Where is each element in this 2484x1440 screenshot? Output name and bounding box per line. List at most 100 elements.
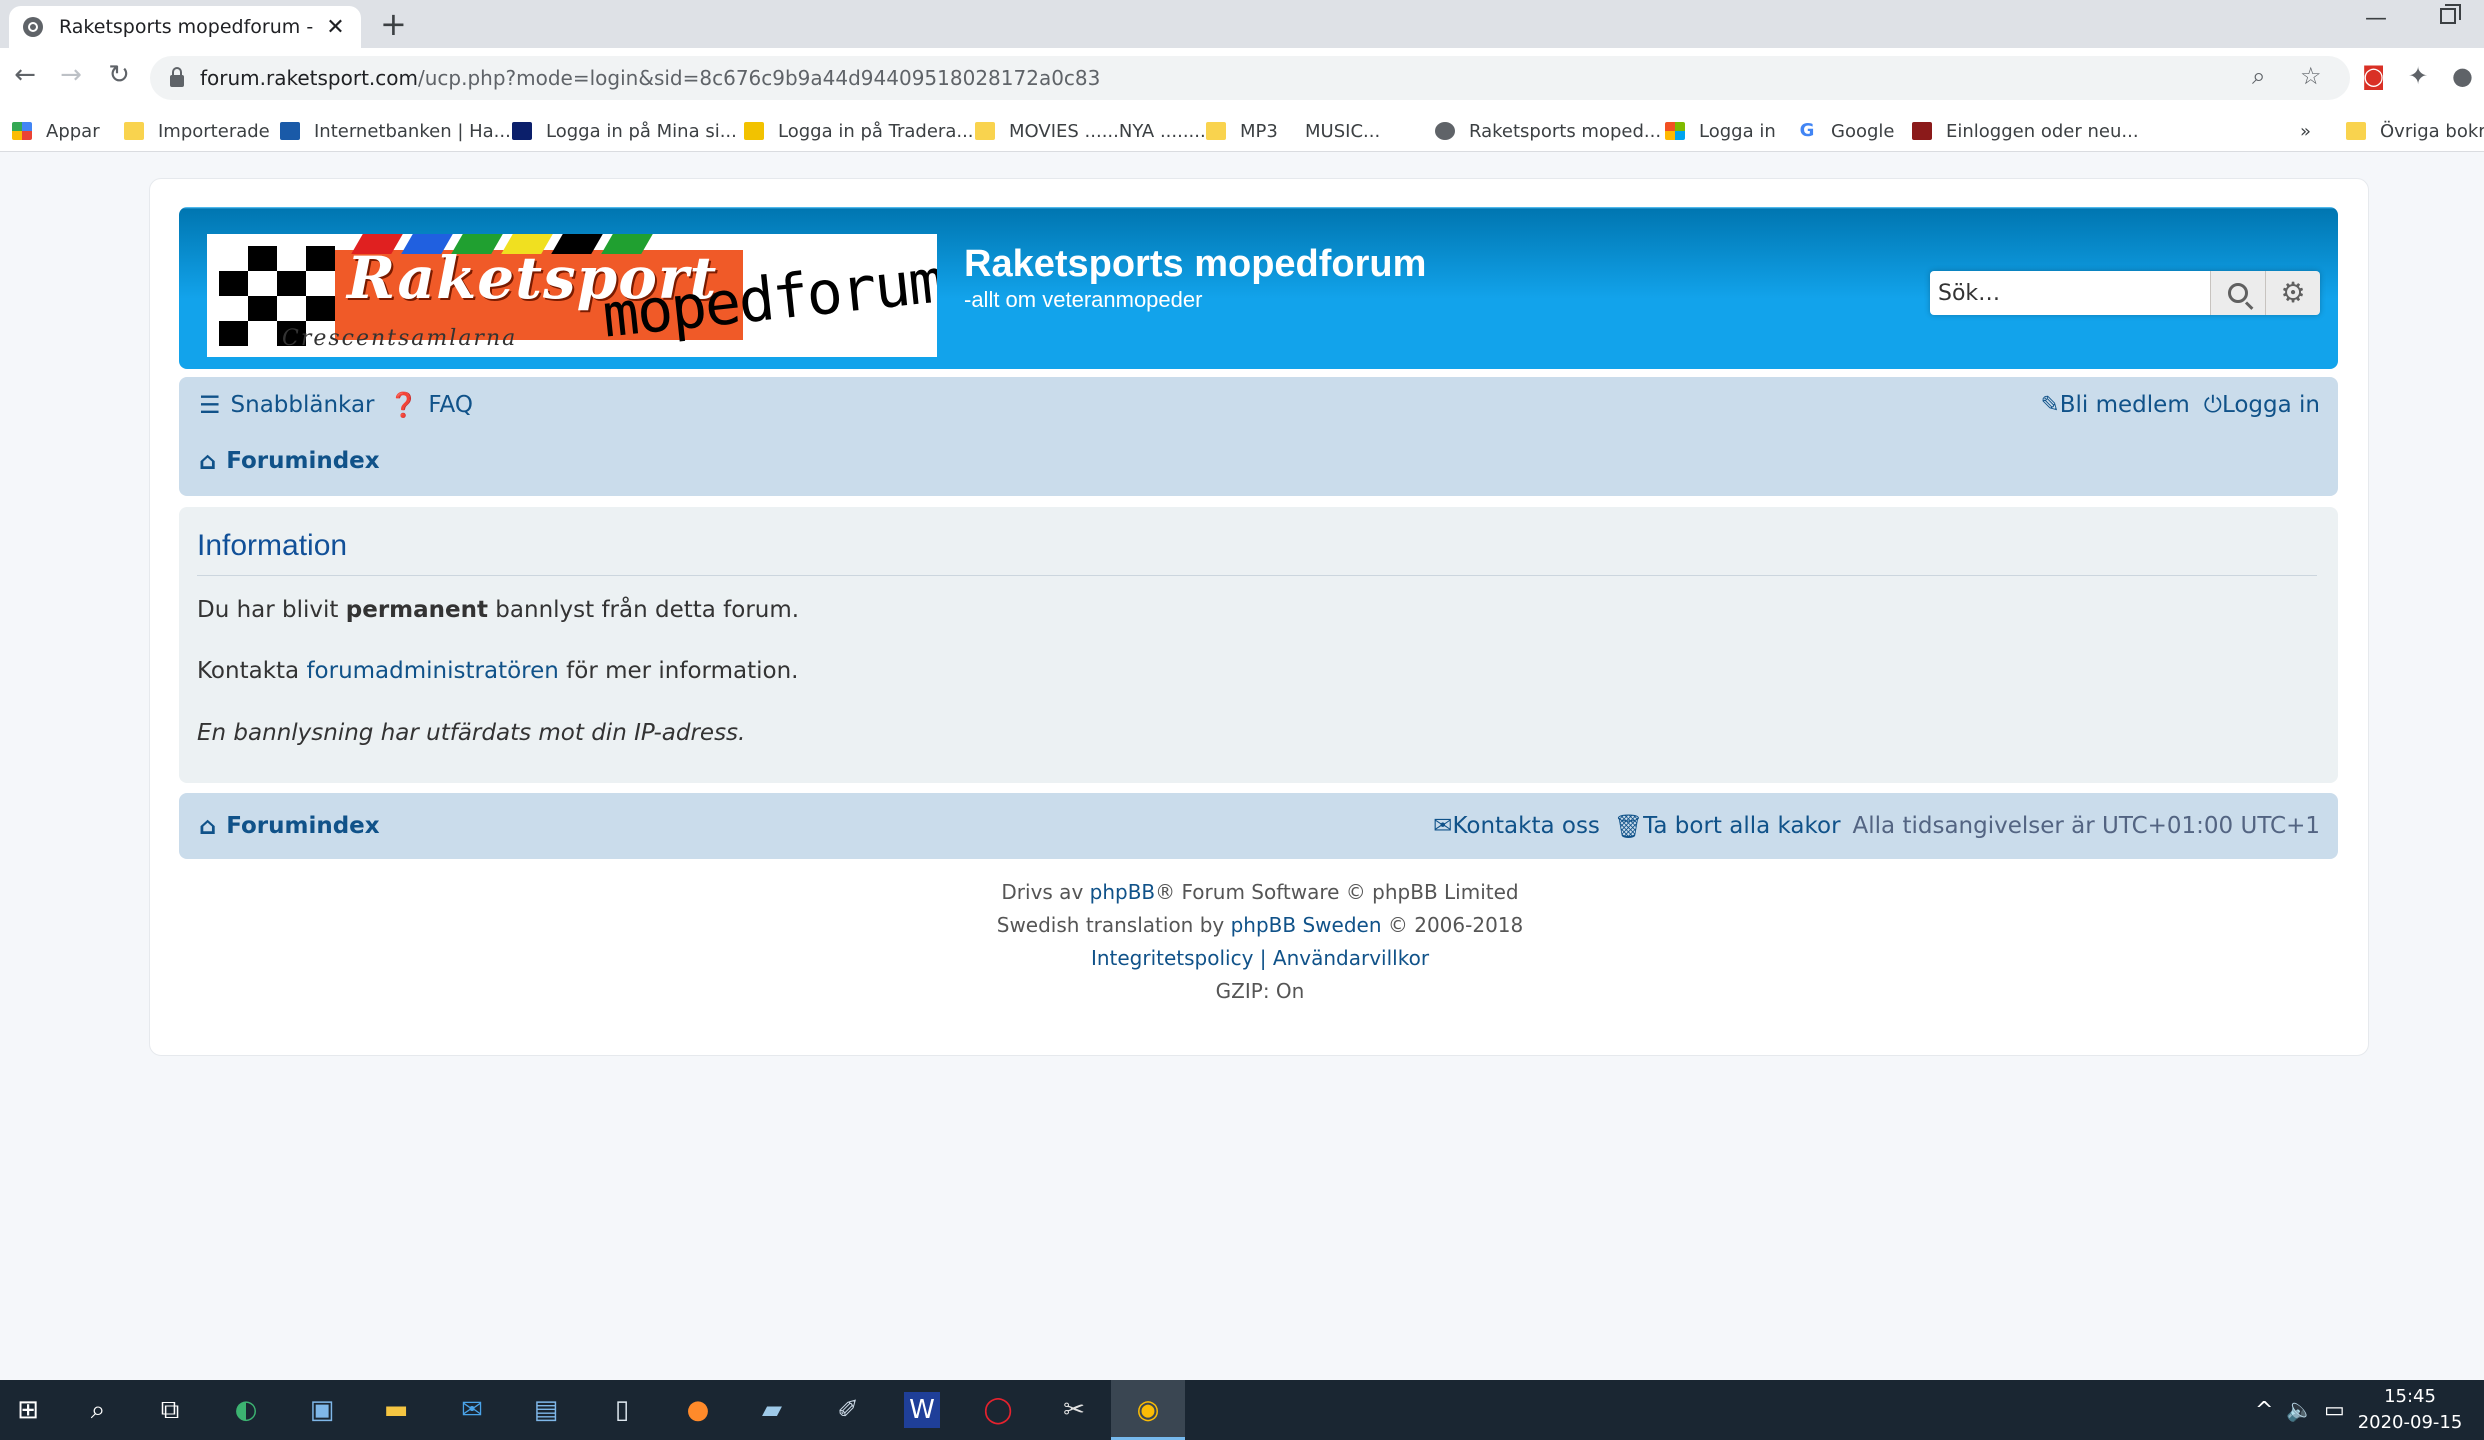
paint-icon[interactable]: ✐ — [830, 1392, 866, 1428]
google-icon: G — [1799, 120, 1815, 141]
bookmark-internetbanken[interactable]: Internetbanken | Ha... — [280, 116, 511, 146]
firefox-icon[interactable]: ● — [680, 1392, 716, 1428]
restore-window-button[interactable] — [2440, 4, 2461, 24]
login-link[interactable]: ⏻ Logga in — [2204, 392, 2320, 418]
phpbb-sweden-link[interactable]: phpBB Sweden — [1231, 913, 1382, 937]
mail-icon[interactable]: ✉ — [454, 1392, 490, 1428]
policy-links: Integritetspolicy | Användarvillkor — [1090, 946, 1430, 970]
navbar: ☰ Snabblänkar ❓ FAQ ✎ Bli medlem ⏻ Logga… — [179, 377, 2338, 496]
bookmark-mina-sidor[interactable]: Logga in på Mina si... — [512, 116, 737, 146]
bookmark-folder-movies[interactable]: MOVIES ......NYA ......... — [975, 116, 1211, 146]
windows-taskbar: ⊞ ⌕ ⧉ ◐ ▣ ▬ ✉ ▤ ▯ ● ▰ ✐ W ◯ ✂ ◉ ^ 🔈 ▭ 15… — [0, 1380, 2484, 1440]
panel-divider — [197, 575, 2317, 576]
extensions-puzzle-icon[interactable]: ✦ — [2408, 62, 2428, 90]
browser-tab-strip: Raketsports mopedforum - Infor ✕ + — — [0, 0, 2484, 48]
control-panel-icon[interactable]: ▣ — [304, 1392, 340, 1428]
navbar-user-links: ✎ Bli medlem ⏻ Logga in — [2040, 385, 2320, 425]
forum-admin-link[interactable]: forumadministratören — [306, 658, 558, 684]
trash-icon: 🗑 — [1613, 813, 1644, 840]
bookmark-other[interactable]: Övriga bokm — [2346, 116, 2484, 146]
information-panel: Information Du har blivit permanent bann… — [179, 507, 2338, 783]
address-bar[interactable]: forum.raketsport.com/ucp.php?mode=login&… — [150, 56, 2350, 100]
bookmark-tradera[interactable]: Logga in på Tradera... — [744, 116, 974, 146]
gzip-status: GZIP: On — [1215, 979, 1305, 1003]
site-title: Raketsports mopedforum — [964, 243, 1427, 285]
folder-icon — [1206, 122, 1226, 140]
task-view-icon[interactable]: ⧉ — [152, 1392, 188, 1428]
apps-grid-icon — [12, 122, 32, 140]
page-viewport: Raketsport mopedforum Crescentsamlarna R… — [0, 152, 2484, 1380]
file-explorer-icon[interactable]: ▬ — [378, 1392, 414, 1428]
notepad-icon[interactable]: ▰ — [754, 1392, 790, 1428]
footer-forum-index-link[interactable]: ⌂ Forumindex — [199, 812, 380, 840]
bookmark-google[interactable]: G Google — [1797, 116, 1895, 146]
new-tab-button[interactable]: + — [380, 8, 407, 40]
site-icon — [512, 122, 532, 140]
reload-button[interactable]: ↻ — [102, 60, 136, 90]
bookmarks-overflow-button[interactable]: » — [2300, 116, 2311, 146]
phpbb-link[interactable]: phpBB — [1090, 880, 1156, 904]
bookmark-music[interactable]: MUSIC... — [1305, 116, 1380, 146]
back-button[interactable]: ← — [8, 60, 42, 90]
snipping-tool-icon[interactable]: ✂ — [1056, 1392, 1092, 1428]
folder-icon — [2346, 122, 2366, 140]
site-logo[interactable]: Raketsport mopedforum Crescentsamlarna — [207, 234, 937, 357]
minimize-window-button[interactable]: — — [2365, 6, 2387, 31]
chrome-icon[interactable]: ◉ — [1130, 1392, 1166, 1428]
bookmarks-bar: Appar Importerade Internetbanken | Ha...… — [0, 110, 2484, 152]
forum-wrap: Raketsport mopedforum Crescentsamlarna R… — [149, 178, 2369, 1056]
bookmark-apps[interactable]: Appar — [12, 116, 100, 146]
power-icon: ⏻ — [2203, 392, 2222, 418]
panel-title: Information — [197, 529, 348, 562]
forward-button[interactable]: → — [54, 60, 88, 90]
bookmark-einloggen[interactable]: Einloggen oder neu... — [1912, 116, 2139, 146]
privacy-policy-link[interactable]: Integritetspolicy — [1091, 946, 1253, 970]
copyright-footer: Drivs av phpBB® Forum Software © phpBB L… — [150, 876, 2370, 1008]
tray-chevron-icon[interactable]: ^ — [2255, 1398, 2273, 1423]
zoom-icon[interactable]: ⌕ — [2252, 62, 2265, 90]
search-input[interactable] — [1930, 271, 2210, 315]
bookmark-folder-mp3[interactable]: MP3 — [1206, 116, 1278, 146]
powered-by-line: Drivs av phpBB® Forum Software © phpBB L… — [1001, 880, 1519, 904]
profile-avatar-icon[interactable]: ● — [2452, 62, 2473, 90]
terms-link[interactable]: Användarvillkor — [1273, 946, 1429, 970]
envelope-icon: ✉ — [1433, 813, 1453, 839]
document-icon[interactable]: ▯ — [604, 1392, 640, 1428]
search-button[interactable] — [2210, 271, 2265, 315]
desktop-app-icon[interactable]: ▤ — [528, 1392, 564, 1428]
globe-icon — [23, 17, 43, 37]
tradera-icon — [744, 122, 764, 140]
tab-close-button[interactable]: ✕ — [324, 15, 347, 40]
advanced-search-button[interactable]: ⚙ — [2265, 271, 2320, 315]
timezone-info: Alla tidsangivelser är UTC+01:00 UTC+1 — [1852, 813, 2320, 839]
bookmark-logga-in[interactable]: Logga in — [1665, 116, 1776, 146]
contact-us-link[interactable]: ✉ Kontakta oss — [1433, 813, 1600, 839]
register-link[interactable]: ✎ Bli medlem — [2040, 392, 2189, 418]
start-windows-icon[interactable]: ⊞ — [10, 1392, 46, 1428]
footer-navbar: ⌂ Forumindex ✉ Kontakta oss 🗑 Ta bort al… — [179, 793, 2338, 859]
logo-text-crescent: Crescentsamlarna — [282, 326, 518, 351]
folder-icon — [124, 122, 144, 140]
navbar-links: ☰ Snabblänkar ❓ FAQ — [199, 385, 487, 425]
url-text: forum.raketsport.com/ucp.php?mode=login&… — [200, 66, 1101, 90]
site-description: -allt om veteranmopeder — [964, 287, 1203, 312]
bookmark-raketsports[interactable]: Raketsports moped... — [1435, 116, 1661, 146]
quicklinks-menu[interactable]: ☰ Snabblänkar — [199, 391, 375, 419]
bookmark-star-icon[interactable]: ☆ — [2300, 62, 2322, 90]
opera-icon[interactable]: ◯ — [980, 1392, 1016, 1428]
pocket-extension-icon[interactable]: ◙ — [2362, 62, 2385, 90]
edge-icon[interactable]: ◐ — [228, 1392, 264, 1428]
search-icon — [2228, 283, 2248, 303]
delete-cookies-link[interactable]: 🗑 Ta bort alla kakor — [1614, 813, 1841, 840]
home-icon: ⌂ — [199, 812, 217, 840]
browser-tab[interactable]: Raketsports mopedforum - Infor ✕ — [9, 6, 361, 48]
volume-icon[interactable]: 🔈 — [2286, 1398, 2313, 1423]
breadcrumb: ⌂ Forumindex — [199, 441, 394, 481]
footer-breadcrumb: ⌂ Forumindex — [199, 806, 394, 846]
search-icon[interactable]: ⌕ — [80, 1392, 116, 1428]
faq-link[interactable]: ❓ FAQ — [389, 391, 473, 419]
word-icon[interactable]: W — [904, 1392, 940, 1428]
breadcrumb-forum-index[interactable]: ⌂ Forumindex — [199, 447, 380, 475]
system-clock[interactable]: 15:45 2020-09-15 — [2340, 1384, 2480, 1436]
bookmark-folder-importerade[interactable]: Importerade — [124, 116, 270, 146]
